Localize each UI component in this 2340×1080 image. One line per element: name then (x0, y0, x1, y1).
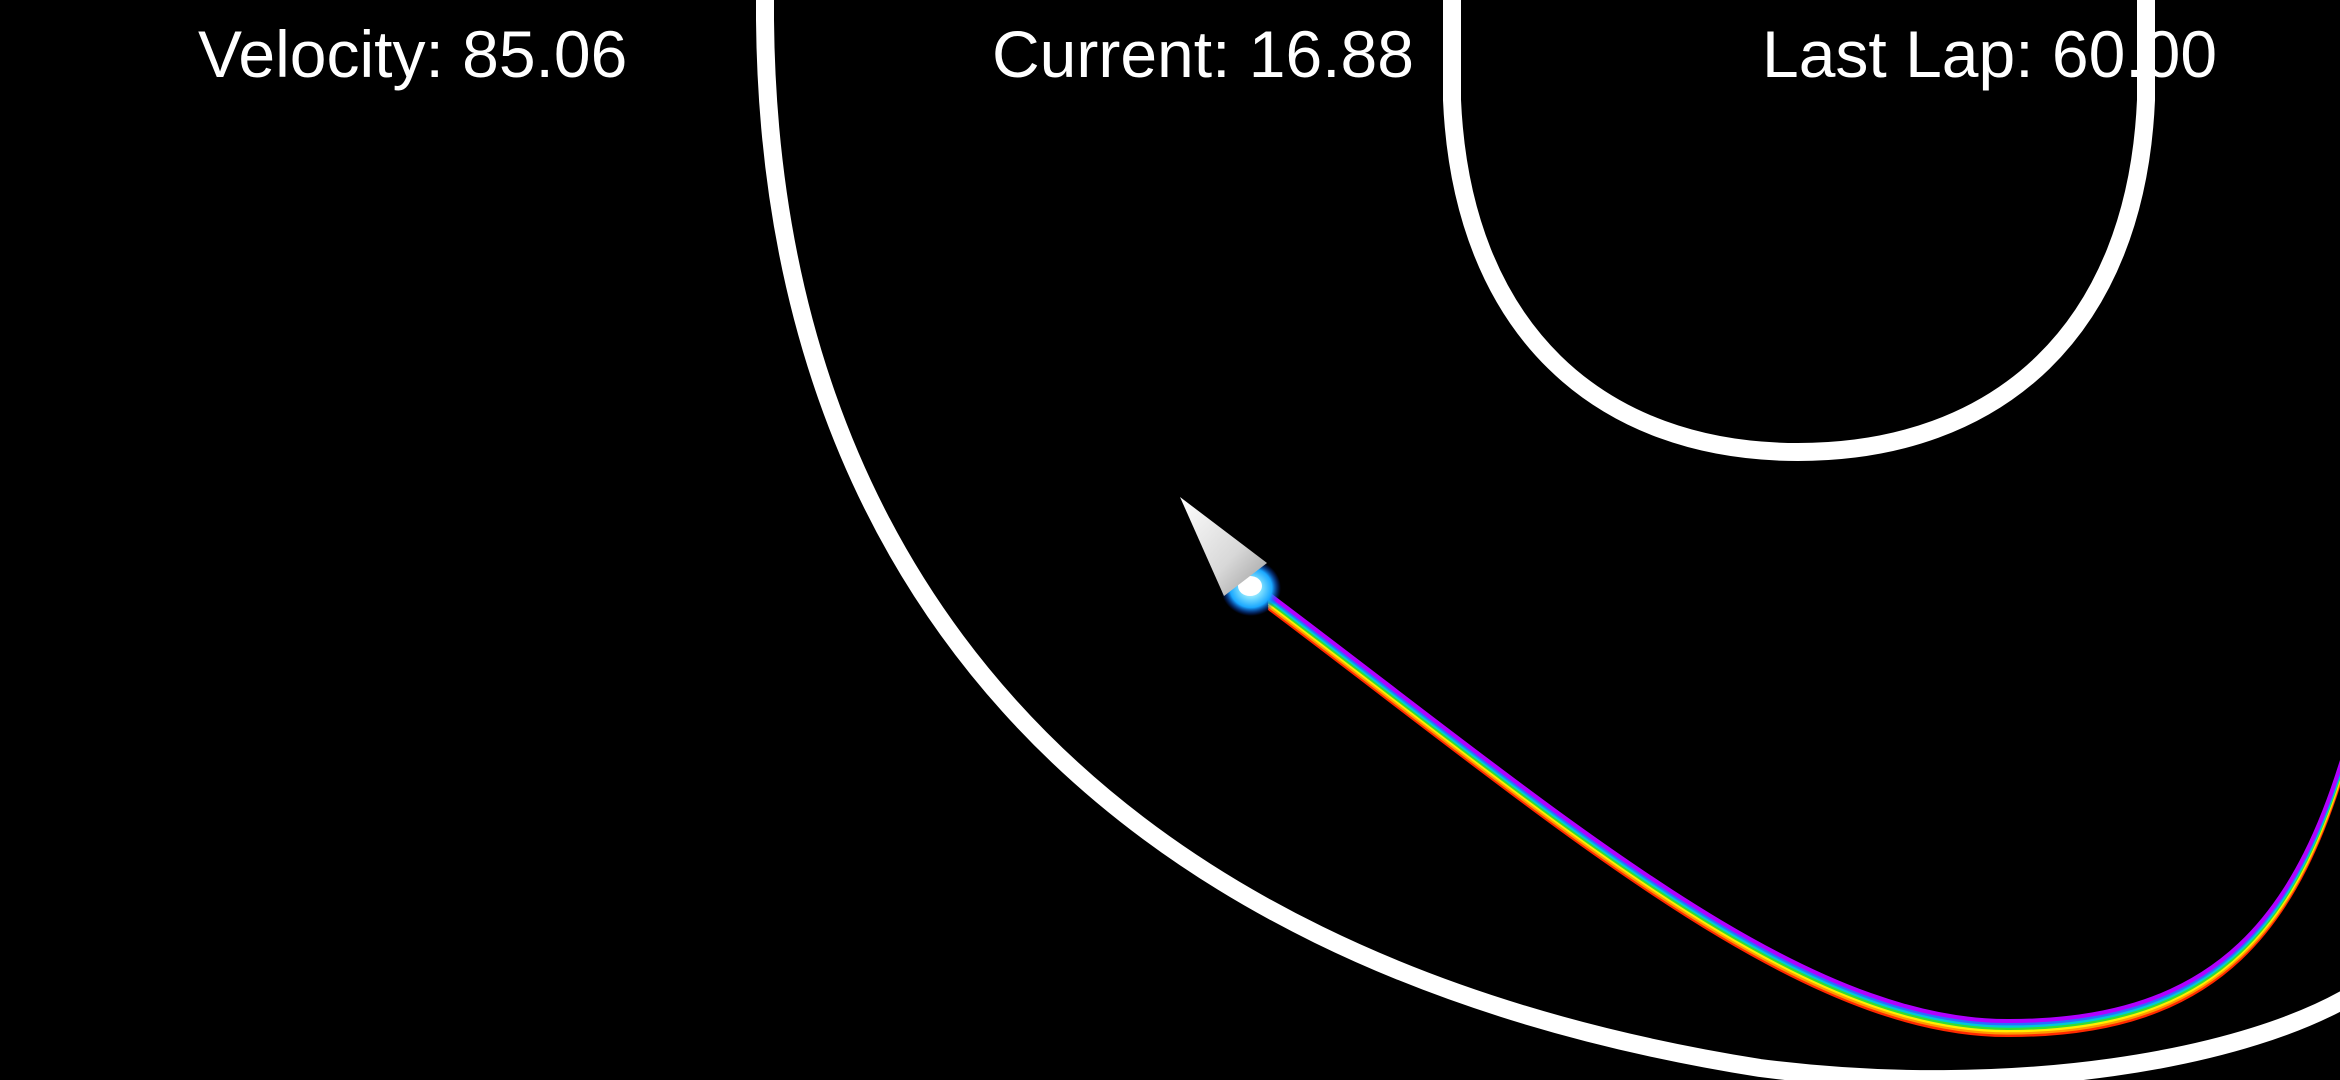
outer-track-wall (756, 0, 2340, 1080)
velocity-value: 85.06 (462, 17, 628, 91)
velocity-readout: Velocity: 85.06 (198, 14, 627, 94)
hud-bar: Velocity: 85.06 Current: 16.88 Last Lap:… (0, 0, 2340, 110)
game-screen[interactable]: Velocity: 85.06 Current: 16.88 Last Lap:… (0, 0, 2340, 1080)
current-time-readout: Current: 16.88 (992, 14, 1414, 94)
velocity-label: Velocity: (198, 17, 444, 91)
current-label: Current: (992, 17, 1231, 91)
race-track (756, 0, 2340, 1080)
last-lap-readout: Last Lap: 60.00 (1762, 14, 2217, 94)
last-lap-label: Last Lap: (1762, 17, 2034, 91)
current-value: 16.88 (1248, 17, 1414, 91)
rainbow-trail (1268, 593, 2340, 1038)
last-lap-value: 60.00 (2051, 17, 2218, 91)
